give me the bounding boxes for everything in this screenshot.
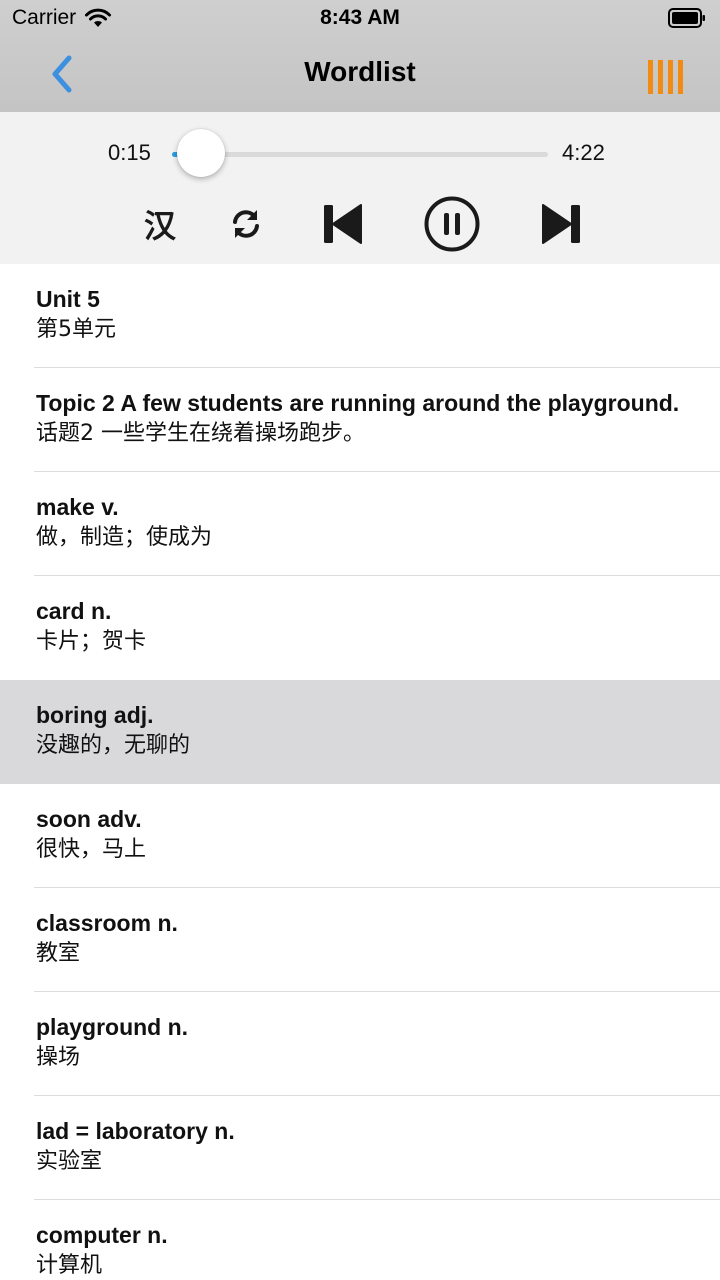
word-meaning: 没趣的，无聊的	[36, 733, 191, 758]
status-time: 8:43 AM	[320, 6, 400, 29]
word-term: boring adj.	[36, 702, 154, 728]
word-term: computer n.	[36, 1222, 168, 1248]
word-term: card n.	[36, 598, 112, 624]
progress-thumb[interactable]	[176, 129, 225, 177]
word-term: classroom n.	[36, 910, 178, 936]
next-button[interactable]	[538, 194, 586, 254]
total-time: 4:22	[562, 140, 605, 165]
list-item[interactable]: Unit 5 第5单元	[0, 264, 720, 368]
word-meaning: 教室	[36, 941, 81, 966]
list-item[interactable]: playground n. 操场	[0, 992, 720, 1096]
repeat-button[interactable]	[224, 194, 268, 254]
word-term: make v.	[36, 494, 119, 520]
list-item[interactable]: classroom n. 教室	[0, 888, 720, 992]
list-item[interactable]: Topic 2 A few students are running aroun…	[0, 368, 720, 472]
playlist-bars-icon[interactable]	[646, 56, 690, 96]
skip-next-icon	[542, 204, 580, 244]
word-term: Unit 5	[36, 286, 100, 312]
word-term: lad = laboratory n.	[36, 1118, 235, 1144]
word-meaning: 话题2 一些学生在绕着操场跑步。	[36, 421, 365, 446]
word-meaning: 第5单元	[36, 317, 116, 342]
page-title: Wordlist	[304, 56, 416, 87]
word-term: playground n.	[36, 1014, 189, 1040]
current-time: 0:15	[108, 140, 151, 165]
wordlist-screen: Carrier 8:43 AM Wordlist 0:15 4:22 汉 Uni…	[0, 0, 720, 1280]
status-bar: Carrier 8:43 AM	[0, 0, 720, 36]
progress-slider[interactable]	[172, 152, 548, 157]
navigation-bar: Wordlist	[0, 36, 720, 112]
previous-button[interactable]	[318, 194, 366, 254]
word-meaning: 很快，马上	[36, 837, 147, 862]
list-item[interactable]: computer n. 计算机	[0, 1200, 720, 1280]
word-meaning: 卡片；贺卡	[36, 629, 147, 654]
word-list: Unit 5 第5单元 Topic 2 A few students are run…	[0, 264, 720, 1280]
word-meaning: 实验室	[36, 1149, 103, 1174]
audio-player: 0:15 4:22 汉	[0, 112, 720, 264]
word-meaning: 计算机	[36, 1253, 103, 1278]
language-toggle-button[interactable]: 汉	[138, 194, 182, 254]
skip-previous-icon	[324, 204, 362, 244]
word-term: soon adv.	[36, 806, 142, 832]
word-term: Topic 2 A few students are running aroun…	[36, 390, 680, 416]
word-meaning: 操场	[36, 1045, 81, 1070]
pause-icon	[424, 196, 480, 252]
list-item[interactable]: card n. 卡片；贺卡	[0, 576, 720, 680]
repeat-icon	[233, 210, 259, 238]
list-item[interactable]: soon adv. 很快，马上	[0, 784, 720, 888]
list-item[interactable]: make v. 做，制造；使成为	[0, 472, 720, 576]
list-item[interactable]: lad = laboratory n. 实验室	[0, 1096, 720, 1200]
battery-icon	[668, 8, 705, 28]
pause-button[interactable]	[422, 194, 482, 254]
word-meaning: 做，制造；使成为	[36, 525, 213, 550]
header: Carrier 8:43 AM Wordlist	[0, 0, 720, 112]
list-item[interactable]: boring adj. 没趣的，无聊的	[0, 680, 720, 784]
